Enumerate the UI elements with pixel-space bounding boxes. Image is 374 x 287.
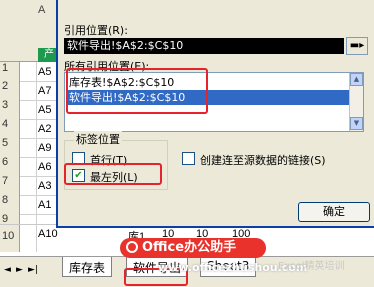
- reference-input[interactable]: 软件导出!$A$2:$C$10: [64, 38, 344, 54]
- collapse-dialog-icon: ▬▸: [349, 40, 365, 51]
- references-callout: [66, 68, 208, 114]
- row-number[interactable]: 7: [2, 175, 20, 187]
- consolidate-dialog: 引用位置(R): 软件导出!$A$2:$C$10 ▬▸ 所有引用位置(E): 库…: [56, 0, 374, 228]
- cell-a10[interactable]: A10: [38, 228, 58, 240]
- cell-a[interactable]: A6: [38, 161, 51, 173]
- create-links-checkbox[interactable]: [182, 152, 195, 165]
- watermark-badge-text: Office办公助手: [142, 240, 237, 255]
- row-number[interactable]: 3: [2, 99, 20, 111]
- cell-a[interactable]: A7: [38, 85, 51, 97]
- row-number[interactable]: 4: [2, 118, 20, 130]
- scrollbar[interactable]: ▲ ▼: [349, 73, 363, 131]
- grid-line: [20, 81, 60, 82]
- row-number[interactable]: 1: [2, 62, 20, 74]
- reference-label: 引用位置(R):: [64, 24, 128, 37]
- grid-line: [20, 157, 60, 158]
- row-number[interactable]: 6: [2, 156, 20, 168]
- row-number[interactable]: 5: [2, 137, 20, 149]
- grid-line: [20, 100, 60, 101]
- watermark-right: Excel精英培训: [278, 261, 345, 272]
- grid-line: [20, 195, 60, 196]
- scroll-down-icon[interactable]: ▼: [350, 117, 363, 130]
- tab-nav-next-icon[interactable]: ►: [16, 265, 23, 275]
- grid-line: [20, 119, 60, 120]
- grid-line: [20, 138, 60, 139]
- grid-line: [20, 214, 60, 215]
- tab-nav-prev-icon[interactable]: ◄: [4, 265, 11, 275]
- cell-a[interactable]: A2: [38, 123, 51, 135]
- column-letter-a[interactable]: A: [38, 4, 45, 16]
- label-position-title: 标签位置: [74, 131, 122, 147]
- left-column-callout: [64, 163, 162, 185]
- grid-line: [20, 176, 60, 177]
- cell-a[interactable]: A1: [38, 199, 51, 211]
- watermark-badge: Office办公助手: [120, 238, 266, 258]
- create-links-label[interactable]: 创建连至源数据的链接(S): [200, 152, 326, 168]
- scroll-up-icon[interactable]: ▲: [350, 73, 363, 86]
- ok-button[interactable]: 确定: [298, 202, 370, 222]
- cell-a[interactable]: A5: [38, 66, 51, 78]
- tab-kucunbiao[interactable]: 库存表: [62, 257, 113, 277]
- row-number[interactable]: 2: [2, 80, 20, 92]
- cell-a[interactable]: A3: [38, 180, 51, 192]
- tab-nav-last-icon[interactable]: ►|: [28, 265, 38, 275]
- cell-a[interactable]: A9: [38, 142, 51, 154]
- collapse-dialog-button[interactable]: ▬▸: [346, 37, 368, 55]
- row-number[interactable]: 8: [2, 194, 20, 206]
- office-logo-icon: [126, 241, 138, 253]
- cell-a[interactable]: A5: [38, 104, 51, 116]
